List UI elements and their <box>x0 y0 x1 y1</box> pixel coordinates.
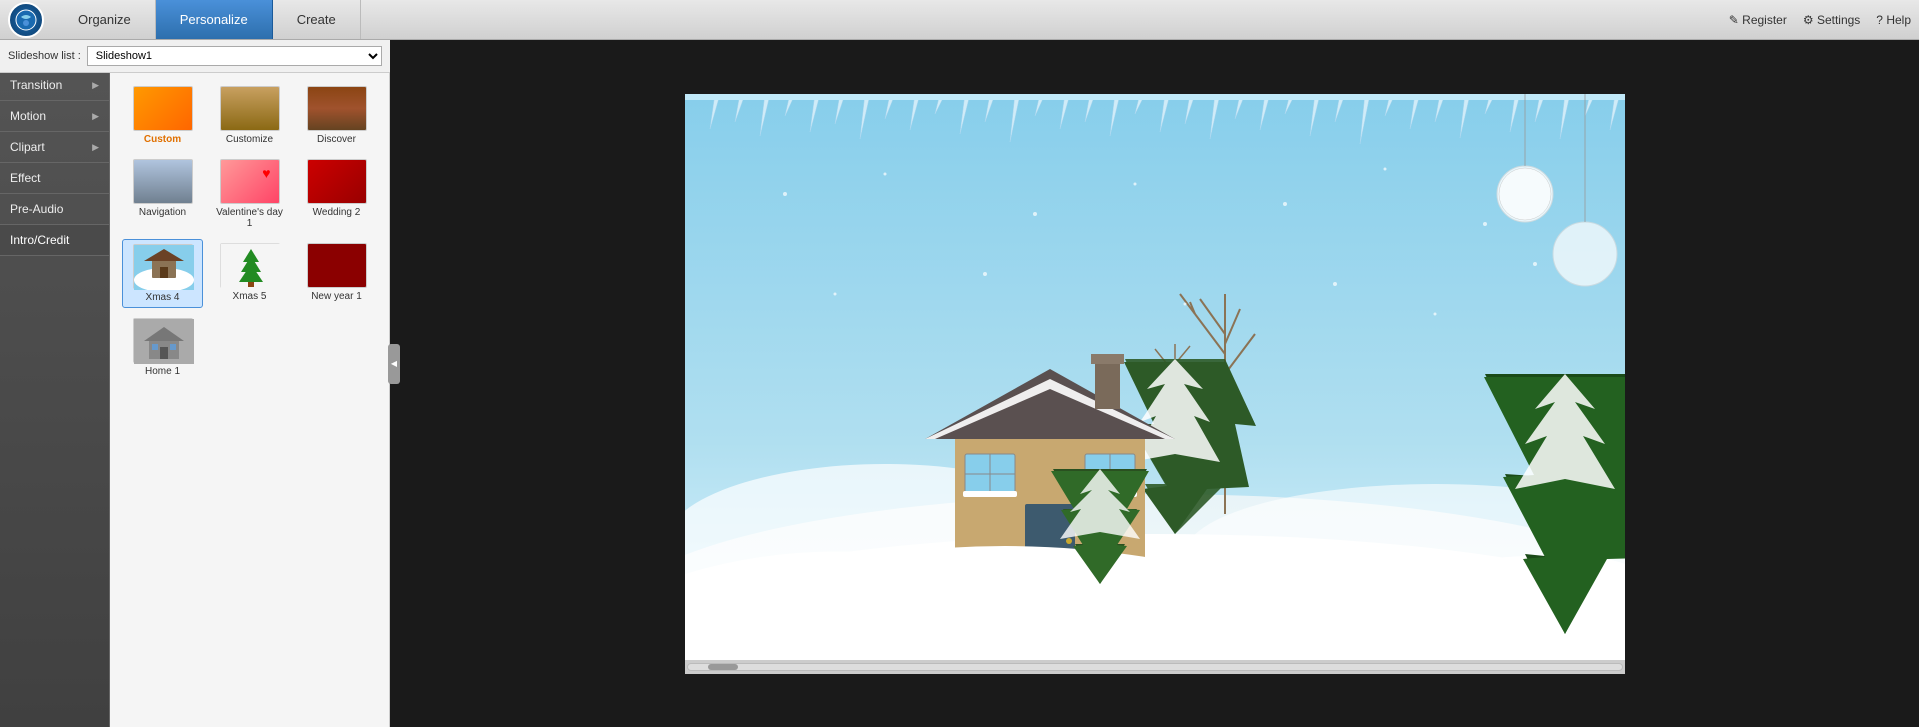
sidebar-item-transition[interactable]: Transition ▶ <box>0 70 109 101</box>
theme-thumb-wedding2 <box>307 159 367 204</box>
theme-item-wedding2[interactable]: Wedding 2 <box>296 155 377 233</box>
theme-grid: Custom Customize Discover Navigation Val… <box>118 78 381 385</box>
collapse-panel-button[interactable]: ◀ <box>388 344 400 384</box>
sidebar-item-transition-label: Transition <box>10 78 62 92</box>
tab-organize[interactable]: Organize <box>54 0 156 39</box>
winter-scene-svg <box>685 94 1625 674</box>
clipart-arrow-icon: ▶ <box>92 142 99 153</box>
content-panel: Custom Customize Discover Navigation Val… <box>110 70 390 727</box>
tab-create[interactable]: Create <box>273 0 361 39</box>
slideshow-label: Slideshow list : <box>8 50 81 62</box>
theme-thumb-valentines <box>220 159 280 204</box>
theme-thumb-xmas4 <box>133 244 193 289</box>
theme-label-discover: Discover <box>317 134 356 145</box>
sidebar-item-clipart[interactable]: Clipart ▶ <box>0 132 109 163</box>
theme-thumb-navigation <box>133 159 193 204</box>
sidebar-item-clipart-label: Clipart <box>10 140 45 154</box>
theme-item-xmas4[interactable]: Xmas 4 <box>122 239 203 308</box>
theme-thumb-discover <box>307 86 367 131</box>
sidebar-item-preaudio-label: Pre-Audio <box>10 202 63 216</box>
preview-canvas <box>685 94 1625 674</box>
preview-area <box>390 40 1919 727</box>
settings-link[interactable]: ⚙ Settings <box>1803 13 1860 27</box>
motion-arrow-icon: ▶ <box>92 111 99 122</box>
theme-label-valentines: Valentine's day 1 <box>213 207 286 229</box>
sidebar-item-motion[interactable]: Motion ▶ <box>0 101 109 132</box>
sidebar-item-introcredit-label: Intro/Credit <box>10 233 69 247</box>
main-layout: Slideshow list : Slideshow1 Transition ▶… <box>0 40 1919 727</box>
help-link[interactable]: ? Help <box>1876 13 1911 27</box>
transition-arrow-icon: ▶ <box>92 80 99 91</box>
top-bar-right: ✎ Register ⚙ Settings ? Help <box>1729 13 1911 27</box>
collapse-icon: ◀ <box>391 359 397 368</box>
sidebar-item-effect[interactable]: Effect <box>0 163 109 194</box>
preview-scrollbar[interactable] <box>685 660 1625 674</box>
scrollbar-thumb[interactable] <box>708 664 738 670</box>
register-link[interactable]: ✎ Register <box>1729 13 1787 27</box>
sidebar-items: Transition ▶ Motion ▶ Clipart ▶ Effect P… <box>0 70 109 256</box>
theme-label-wedding2: Wedding 2 <box>313 207 361 218</box>
theme-thumb-home <box>133 318 193 363</box>
theme-thumb-xmas5 <box>220 243 280 288</box>
sidebar-item-preaudio[interactable]: Pre-Audio <box>0 194 109 225</box>
theme-item-navigation[interactable]: Navigation <box>122 155 203 233</box>
theme-item-customize[interactable]: Customize <box>209 82 290 149</box>
sidebar-item-introcredit[interactable]: Intro/Credit <box>0 225 109 256</box>
help-icon: ? <box>1876 13 1886 27</box>
settings-icon: ⚙ <box>1803 13 1817 27</box>
theme-label-newyear: New year 1 <box>311 291 362 302</box>
theme-item-home[interactable]: Home 1 <box>122 314 203 381</box>
sidebar-item-effect-label: Effect <box>10 171 40 185</box>
app-logo <box>8 2 44 38</box>
theme-label-navigation: Navigation <box>139 207 186 218</box>
theme-label-home: Home 1 <box>145 366 180 377</box>
theme-item-valentines[interactable]: Valentine's day 1 <box>209 155 290 233</box>
theme-item-custom[interactable]: Custom <box>122 82 203 149</box>
left-sidebar: Transition ▶ Motion ▶ Clipart ▶ Effect P… <box>0 40 110 727</box>
theme-label-custom: Custom <box>144 134 181 145</box>
theme-label-customize: Customize <box>226 134 273 145</box>
slideshow-select[interactable]: Slideshow1 <box>87 46 382 66</box>
theme-item-xmas5[interactable]: Xmas 5 <box>209 239 290 308</box>
theme-item-discover[interactable]: Discover <box>296 82 377 149</box>
theme-thumb-newyear <box>307 243 367 288</box>
nav-tabs: Organize Personalize Create <box>54 0 361 39</box>
theme-item-newyear[interactable]: New year 1 <box>296 239 377 308</box>
theme-thumb-custom <box>133 86 193 131</box>
sidebar-item-motion-label: Motion <box>10 109 46 123</box>
register-icon: ✎ <box>1729 13 1742 27</box>
slideshow-bar: Slideshow list : Slideshow1 <box>0 40 390 73</box>
top-bar: Organize Personalize Create ✎ Register ⚙… <box>0 0 1919 40</box>
theme-thumb-customize <box>220 86 280 131</box>
theme-label-xmas4: Xmas 4 <box>146 292 180 303</box>
tab-personalize[interactable]: Personalize <box>156 0 273 39</box>
scrollbar-track <box>687 663 1623 671</box>
theme-label-xmas5: Xmas 5 <box>233 291 267 302</box>
